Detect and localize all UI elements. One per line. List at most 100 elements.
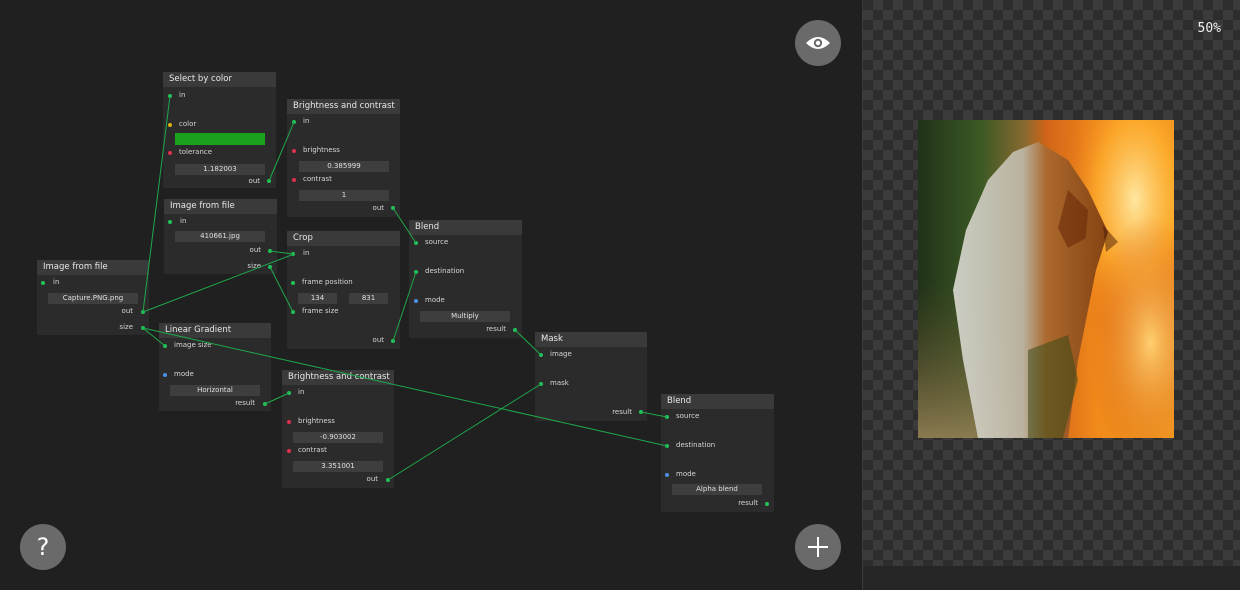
preview-toggle-button[interactable] (795, 20, 841, 66)
node-blend[interactable]: Blend source destination mode Alpha blen… (661, 394, 774, 512)
port-label: tolerance (179, 148, 213, 156)
input-port[interactable] (539, 353, 543, 357)
output-port[interactable] (765, 502, 769, 506)
node-select-by-color[interactable]: Select by color in color tolerance 1.182… (163, 72, 276, 188)
node-brightness-contrast[interactable]: Brightness and contrast in brightness -0… (282, 370, 394, 488)
input-port[interactable] (665, 473, 669, 477)
port-label: out (372, 336, 384, 344)
file-input[interactable]: 410661.jpg (175, 231, 265, 242)
input-port[interactable] (163, 373, 167, 377)
port-label: result (738, 499, 758, 507)
input-port[interactable] (168, 123, 172, 127)
node-mask[interactable]: Mask image mask result (535, 332, 647, 421)
node-title[interactable]: Select by color (163, 72, 276, 87)
output-port[interactable] (268, 265, 272, 269)
input-port[interactable] (41, 281, 45, 285)
output-port[interactable] (141, 326, 145, 330)
port-label: out (248, 177, 260, 185)
input-port[interactable] (168, 220, 172, 224)
node-image-from-file[interactable]: Image from file in Capture.PNG.png out s… (37, 260, 149, 335)
brightness-input[interactable]: 0.385999 (299, 161, 389, 172)
input-port[interactable] (665, 444, 669, 448)
port-label: image size (174, 341, 212, 349)
port-label: mask (550, 379, 569, 387)
help-icon: ? (36, 533, 50, 561)
input-port[interactable] (291, 252, 295, 256)
output-port[interactable] (267, 179, 271, 183)
node-title[interactable]: Crop (287, 231, 400, 246)
input-port[interactable] (414, 299, 418, 303)
port-label: image (550, 350, 572, 358)
port-label: destination (425, 267, 465, 275)
frame-position-y-input[interactable]: 831 (349, 293, 388, 304)
input-port[interactable] (287, 449, 291, 453)
port-label: size (119, 323, 133, 331)
node-brightness-contrast[interactable]: Brightness and contrast in brightness 0.… (287, 99, 400, 217)
output-port[interactable] (513, 328, 517, 332)
input-port[interactable] (287, 391, 291, 395)
node-title[interactable]: Mask (535, 332, 647, 347)
input-port[interactable] (163, 344, 167, 348)
node-title[interactable]: Brightness and contrast (282, 370, 394, 385)
file-input[interactable]: Capture.PNG.png (48, 293, 138, 304)
input-port[interactable] (292, 149, 296, 153)
port-label: color (179, 120, 197, 128)
node-title[interactable]: Blend (661, 394, 774, 409)
preview-image (918, 120, 1174, 438)
node-editor-canvas[interactable]: Select by color in color tolerance 1.182… (0, 0, 862, 590)
port-label: in (53, 278, 60, 286)
port-label: contrast (298, 446, 327, 454)
blend-mode-select[interactable]: Multiply (420, 311, 510, 322)
input-port[interactable] (287, 420, 291, 424)
port-label: result (612, 408, 632, 416)
port-label: size (247, 262, 261, 270)
input-port[interactable] (539, 382, 543, 386)
input-port[interactable] (414, 270, 418, 274)
node-crop[interactable]: Crop in frame position 134 831 frame siz… (287, 231, 400, 349)
preview-status-bar (863, 566, 1240, 590)
frame-position-x-input[interactable]: 134 (298, 293, 337, 304)
node-title[interactable]: Linear Gradient (159, 323, 271, 338)
output-port[interactable] (391, 339, 395, 343)
node-image-from-file[interactable]: Image from file in 410661.jpg out size (164, 199, 277, 274)
input-port[interactable] (291, 310, 295, 314)
input-port[interactable] (292, 120, 296, 124)
node-title[interactable]: Brightness and contrast (287, 99, 400, 114)
gradient-mode-select[interactable]: Horizontal (170, 385, 260, 396)
output-port[interactable] (263, 402, 267, 406)
input-port[interactable] (292, 178, 296, 182)
output-port[interactable] (391, 206, 395, 210)
node-linear-gradient[interactable]: Linear Gradient image size mode Horizont… (159, 323, 271, 411)
contrast-input[interactable]: 3.351001 (293, 461, 383, 472)
add-node-button[interactable] (795, 524, 841, 570)
input-port[interactable] (414, 241, 418, 245)
plus-icon (808, 537, 828, 557)
output-port[interactable] (386, 478, 390, 482)
contrast-input[interactable]: 1 (299, 190, 389, 201)
preview-panel[interactable]: 50% (863, 0, 1240, 566)
color-swatch[interactable] (175, 133, 265, 145)
input-port[interactable] (168, 94, 172, 98)
input-port[interactable] (291, 281, 295, 285)
port-label: frame size (302, 307, 339, 315)
output-port[interactable] (268, 249, 272, 253)
zoom-level: 50% (1197, 21, 1221, 36)
input-port[interactable] (665, 415, 669, 419)
brightness-input[interactable]: -0.903002 (293, 432, 383, 443)
port-label: frame position (302, 278, 353, 286)
node-blend[interactable]: Blend source destination mode Multiply r… (409, 220, 522, 338)
node-title[interactable]: Image from file (37, 260, 149, 275)
node-title[interactable]: Image from file (164, 199, 277, 214)
input-port[interactable] (168, 151, 172, 155)
output-port[interactable] (141, 310, 145, 314)
tolerance-input[interactable]: 1.182003 (175, 164, 265, 175)
port-label: in (303, 117, 310, 125)
port-label: result (486, 325, 506, 333)
node-title[interactable]: Blend (409, 220, 522, 235)
wire[interactable] (387, 383, 542, 481)
port-label: mode (676, 470, 696, 478)
port-label: mode (174, 370, 194, 378)
help-button[interactable]: ? (20, 524, 66, 570)
output-port[interactable] (639, 410, 643, 414)
blend-mode-select[interactable]: Alpha blend (672, 484, 762, 495)
